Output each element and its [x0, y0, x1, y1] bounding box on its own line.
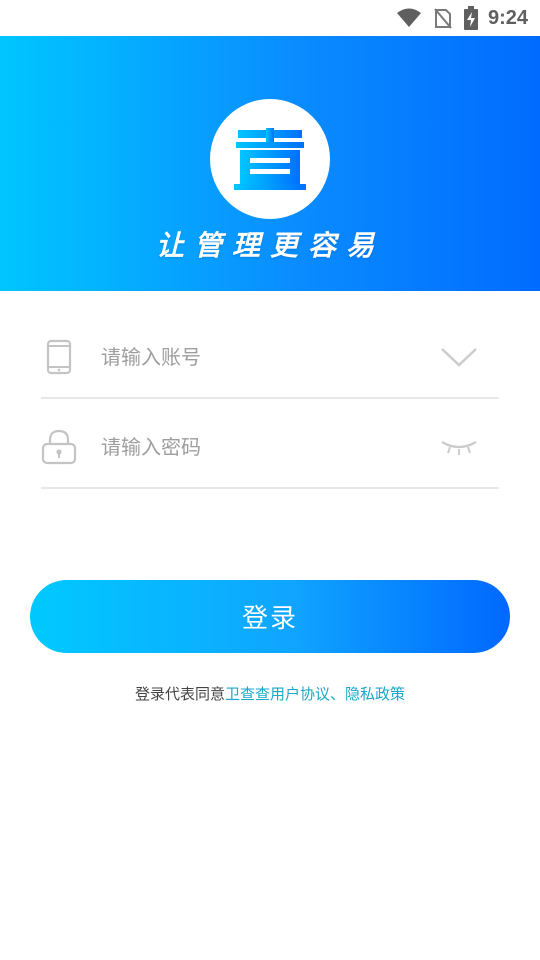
status-bar: 9:24: [0, 0, 540, 36]
agreement-prefix: 登录代表同意: [134, 685, 225, 703]
battery-charging-icon: [463, 6, 478, 30]
login-button[interactable]: 登录: [30, 580, 510, 653]
no-sim-icon: [434, 7, 452, 29]
slogan: 让管理更容易: [155, 229, 384, 262]
cha-logo-icon: [234, 128, 306, 190]
phone-icon: [41, 337, 77, 377]
chevron-down-icon[interactable]: [437, 337, 481, 377]
lock-icon: [41, 427, 77, 467]
header-banner: 让管理更容易: [0, 36, 540, 291]
account-input[interactable]: [101, 337, 421, 377]
password-input[interactable]: [101, 427, 421, 467]
app-logo: [210, 99, 330, 219]
agreement-link[interactable]: 卫查查用户协议、隐私政策: [225, 685, 405, 703]
eye-closed-icon[interactable]: [437, 427, 481, 467]
status-time: 9:24: [487, 6, 528, 29]
agreement-text: 登录代表同意卫查查用户协议、隐私政策: [0, 683, 540, 704]
wifi-icon: [396, 8, 422, 28]
password-field: [41, 399, 499, 489]
account-field: [41, 309, 499, 399]
